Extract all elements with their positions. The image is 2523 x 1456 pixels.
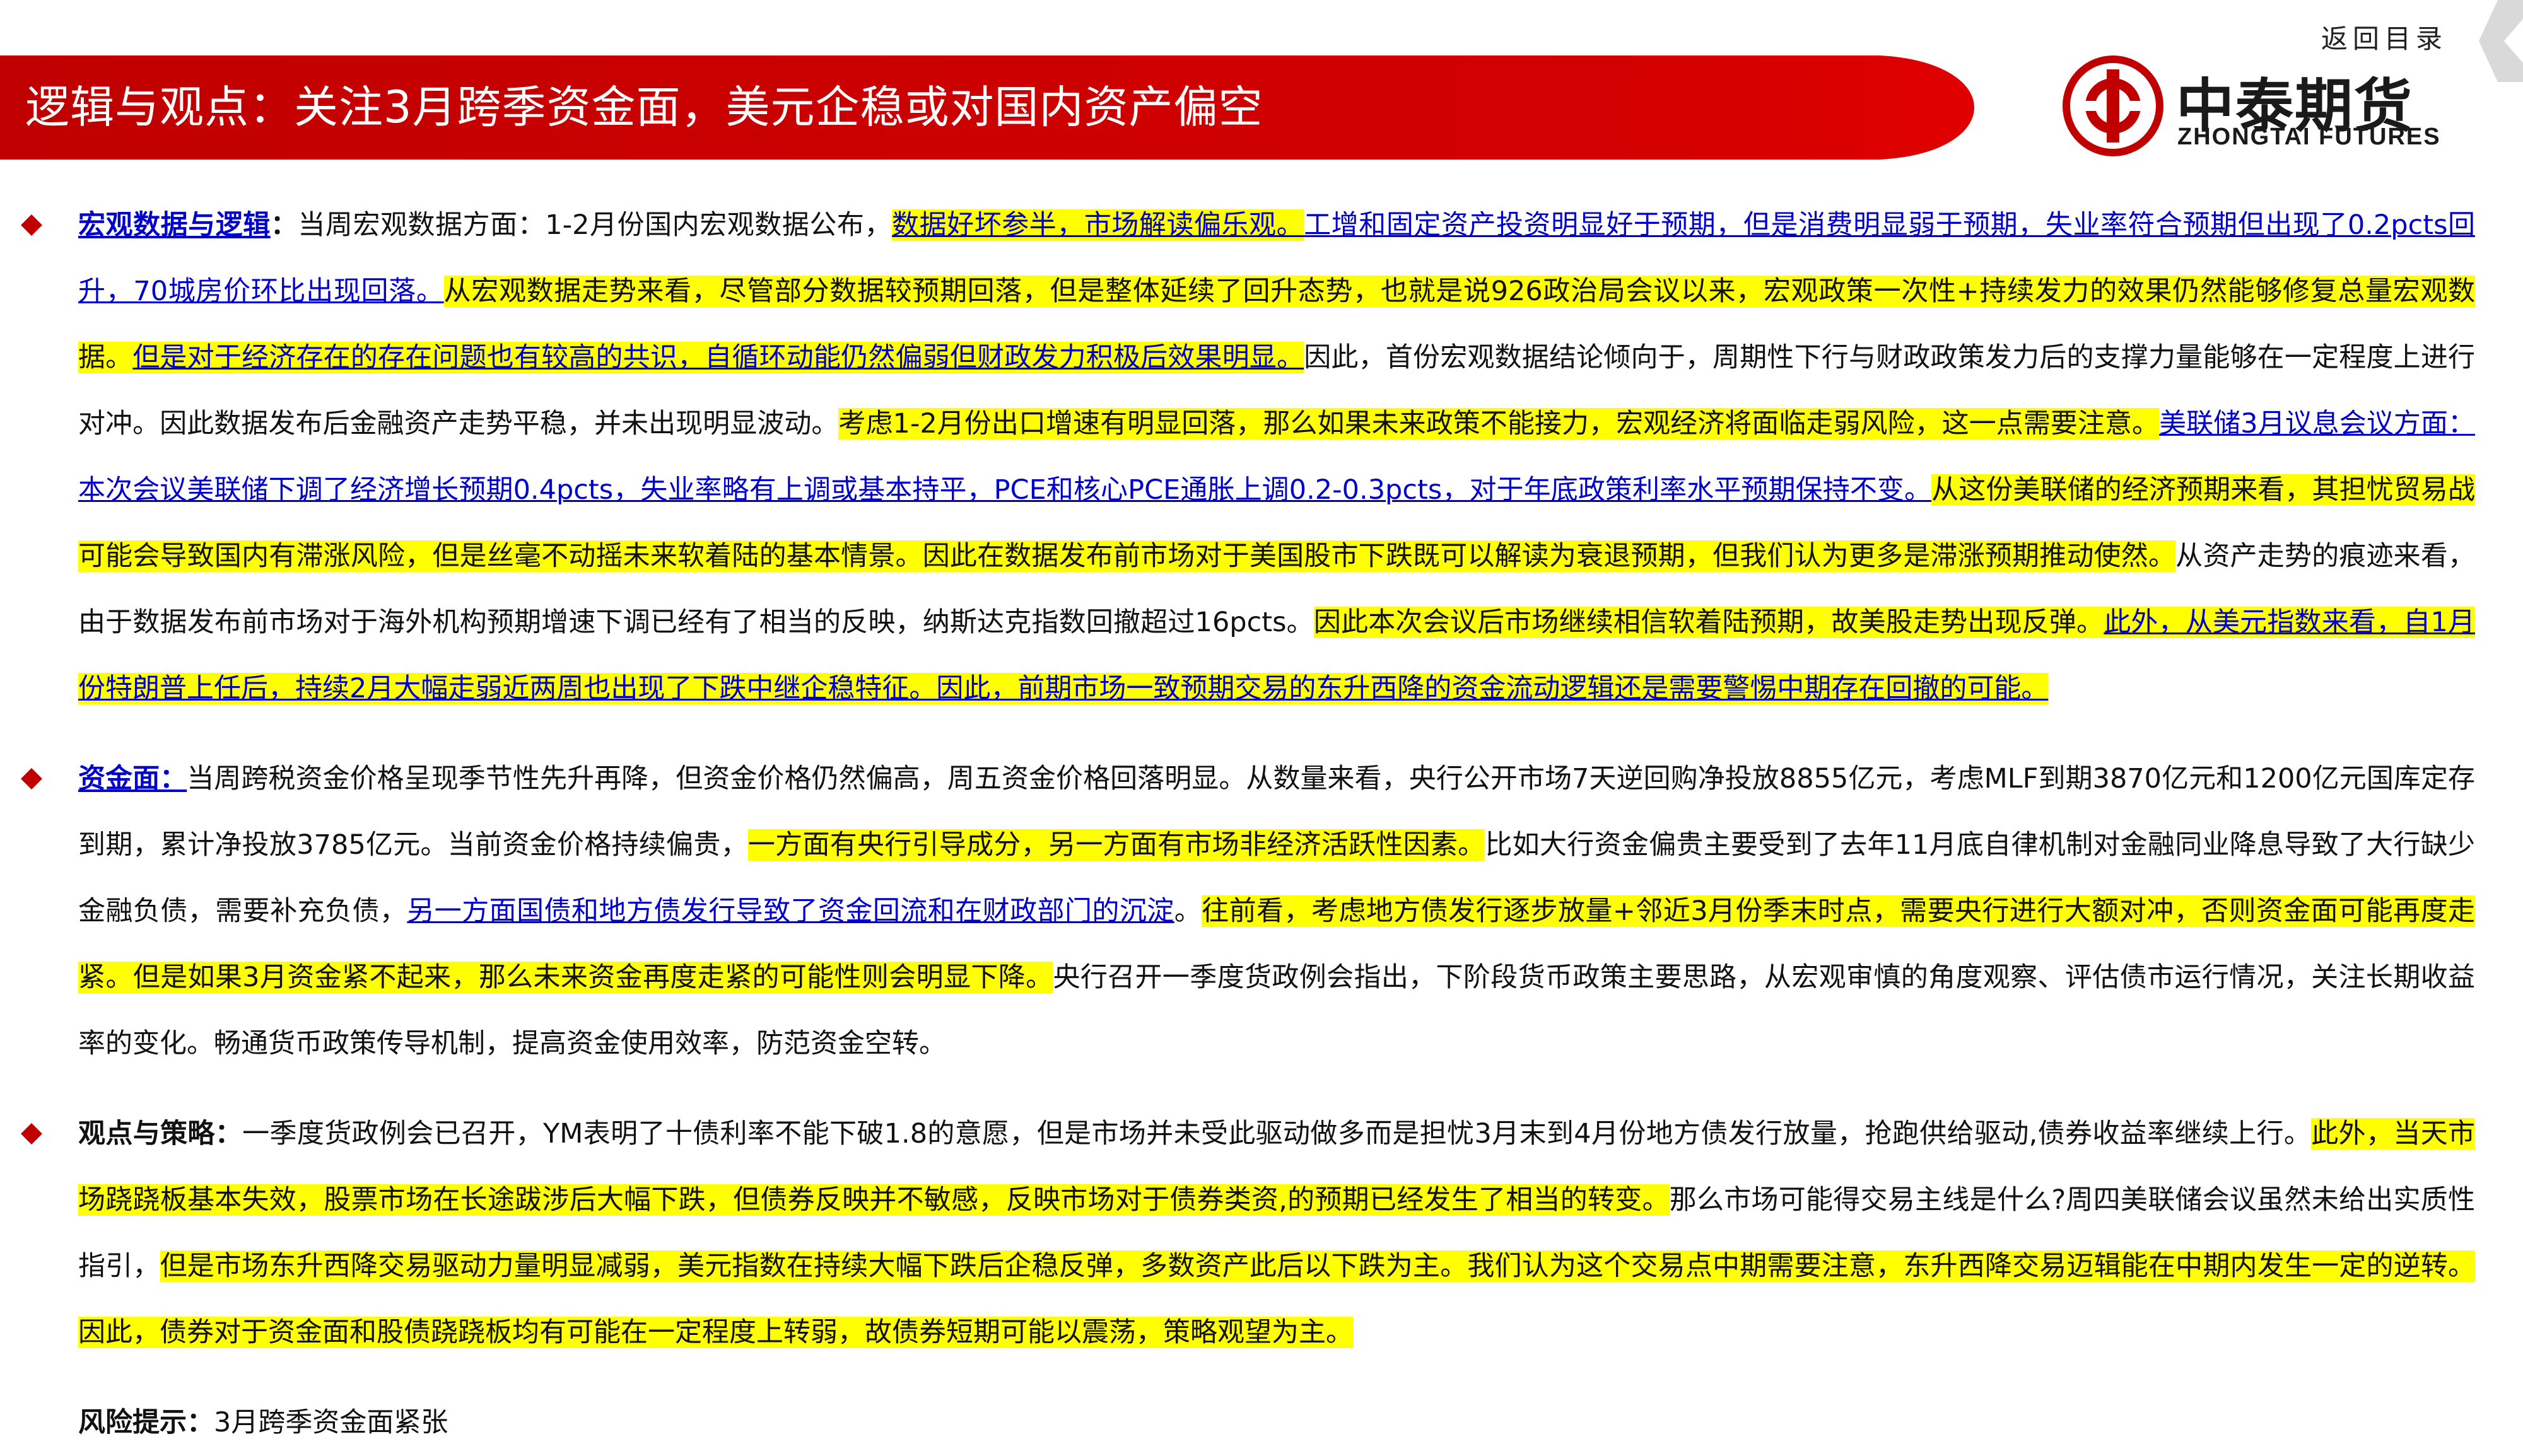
section-heading: 观点与策略: [78, 1118, 215, 1150]
section-text: 资金面：当周跨税资金价格呈现季节性先升再降，但资金价格仍然偏高，周五资金价格回落…: [78, 746, 2476, 1077]
highlighted-link-segment[interactable]: 但是对于经济存在的存在问题也有较高的共识，自循环动能仍然偏弱但财政发力积极后效果…: [132, 342, 1304, 373]
section-text: 宏观数据与逻辑：当周宏观数据方面：1-2月份国内宏观数据公布，数据好坏参半，市场…: [78, 192, 2475, 722]
chevron-decoration-icon: [2454, 0, 2523, 82]
section-heading-link[interactable]: 资金面：: [78, 763, 187, 795]
section-funding: 资金面：当周跨税资金价格呈现季节性先升再降，但资金价格仍然偏高，周五资金价格回落…: [0, 746, 2523, 1077]
highlighted-link-segment[interactable]: 数据好坏参半，市场解读偏乐观。: [892, 209, 1304, 241]
section-heading: 风险提示: [78, 1407, 187, 1438]
company-logo: 中泰期货 ZHONGTAI FUTURES: [2063, 55, 2454, 163]
link-segment[interactable]: 另一方面国债和地方债发行导致了资金回流和在财政部门的沉淀: [407, 895, 1174, 927]
logo-mark-icon: [2063, 55, 2163, 156]
section-heading-link[interactable]: 宏观数据与逻辑: [78, 209, 271, 241]
highlighted-segment: 因此本次会议后市场继续相信软着陆预期，故美股走势出现反弹。: [1313, 607, 2104, 638]
heading-separator: ：: [214, 1118, 243, 1150]
return-to-contents-link[interactable]: 返回目录: [2321, 18, 2447, 56]
highlighted-segment: 但是市场东升西降交易驱动力量明显减弱，美元指数在持续大幅下跌后企稳反弹，多数资产…: [78, 1250, 2476, 1348]
section-macro-data: 宏观数据与逻辑：当周宏观数据方面：1-2月份国内宏观数据公布，数据好坏参半，市场…: [0, 192, 2523, 722]
main-content: 宏观数据与逻辑：当周宏观数据方面：1-2月份国内宏观数据公布，数据好坏参半，市场…: [0, 192, 2523, 1456]
logo-english-name: ZHONGTAI FUTURES: [2177, 124, 2441, 150]
highlighted-segment: 考虑1-2月份出口增速有明显回落，那么如果未来政策不能接力，宏观经济将面临走弱风…: [838, 408, 2160, 440]
section-risk: 风险提示：3月跨季资金面紧张: [0, 1390, 2523, 1456]
heading-separator: ：: [270, 209, 298, 241]
highlighted-segment: 一方面有央行引导成分，另一方面有市场非经济活跃性因素。: [747, 829, 1485, 861]
page-title: 逻辑与观点：关注3月跨季资金面，美元企稳或对国内资产偏空: [25, 81, 1263, 133]
text-segment: 当周宏观数据方面：1-2月份国内宏观数据公布，: [298, 209, 893, 241]
text-segment: 3月跨季资金面紧张: [214, 1407, 448, 1438]
heading-separator: ：: [187, 1407, 214, 1438]
section-text: 风险提示：3月跨季资金面紧张: [78, 1390, 2475, 1456]
section-text: 观点与策略：一季度货政例会已召开，YM表明了十债利率不能下破1.8的意愿，但是市…: [78, 1101, 2476, 1366]
text-segment: 一季度货政例会已召开，YM表明了十债利率不能下破1.8的意愿，但是市场并未受此驱…: [242, 1118, 2312, 1150]
diamond-bullet-icon: [21, 1123, 42, 1144]
diamond-bullet-icon: [21, 768, 42, 789]
diamond-bullet-icon: [21, 214, 42, 236]
section-view-strategy: 观点与策略：一季度货政例会已召开，YM表明了十债利率不能下破1.8的意愿，但是市…: [0, 1101, 2523, 1366]
text-segment: 。: [1174, 895, 1202, 927]
title-banner: 逻辑与观点：关注3月跨季资金面，美元企稳或对国内资产偏空: [0, 55, 1981, 160]
